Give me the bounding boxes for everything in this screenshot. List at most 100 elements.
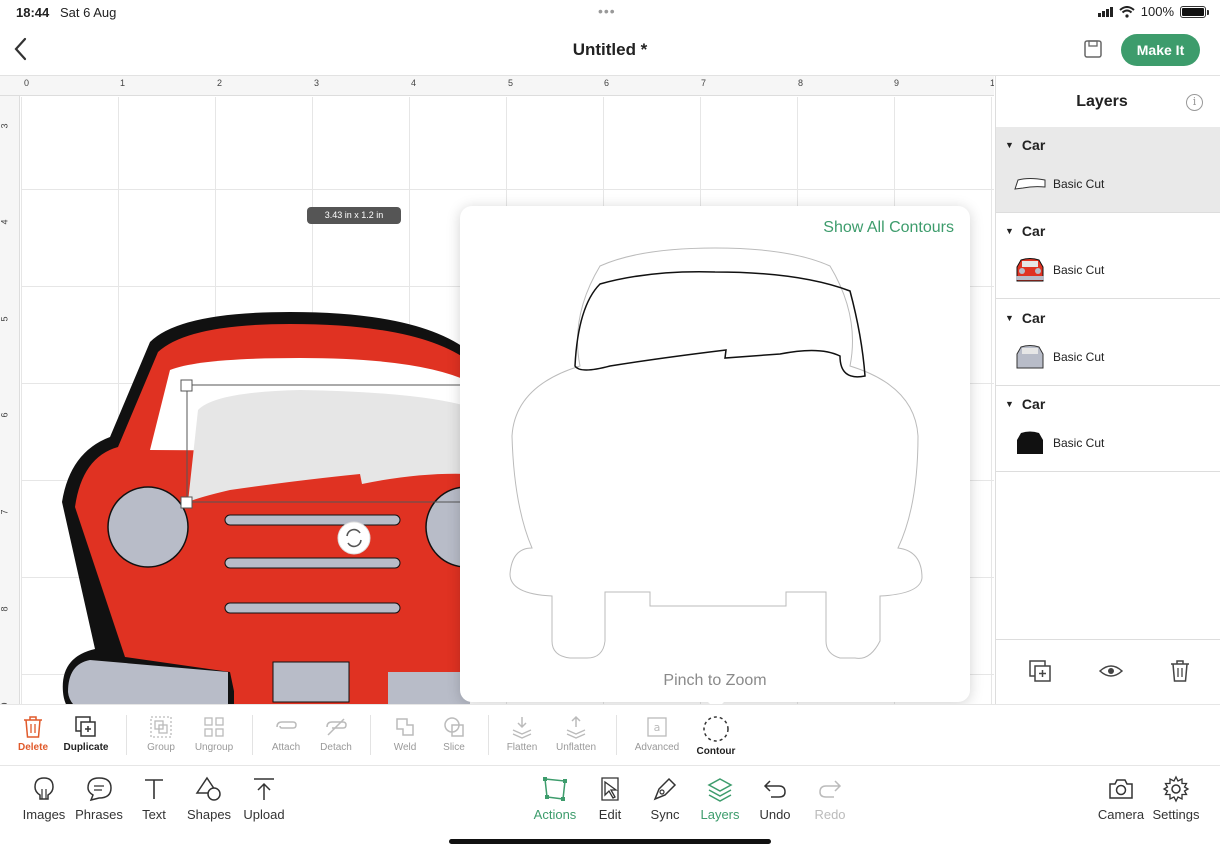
layer-group-name: Car: [1021, 223, 1046, 239]
layer-group-header[interactable]: ▼ Car: [1005, 137, 1045, 153]
unflatten-button[interactable]: Unflatten: [546, 715, 606, 753]
sync-label: Sync: [650, 807, 680, 822]
contour-icon: [703, 716, 729, 742]
layers-label: Layers: [700, 807, 740, 822]
toolbar-divider: [252, 715, 253, 755]
car-grille-bar: [224, 602, 401, 614]
detach-label: Detach: [320, 742, 352, 753]
detach-button[interactable]: Detach: [306, 715, 366, 753]
ungroup-label: Ungroup: [194, 742, 234, 753]
toolbar-divider: [616, 715, 617, 755]
layer-item-label: Basic Cut: [1053, 263, 1105, 277]
delete-button[interactable]: Delete: [3, 715, 63, 753]
attach-label: Attach: [271, 742, 301, 753]
shapes-button[interactable]: Shapes: [178, 775, 240, 822]
ungroup-icon: [204, 717, 224, 737]
contour-popup: Show All Contours Pinch to Zoom: [460, 206, 970, 702]
contour-windshield: [574, 271, 866, 378]
text-label: Text: [142, 807, 166, 822]
layer-item[interactable]: Basic Cut: [1013, 255, 1104, 285]
undo-button[interactable]: Undo: [744, 775, 806, 822]
group-icon: [150, 716, 172, 738]
camera-button[interactable]: Camera: [1090, 775, 1152, 822]
ungroup-button[interactable]: Ungroup: [184, 715, 244, 753]
contour-button[interactable]: Contour: [686, 715, 746, 757]
gear-icon: [1162, 775, 1190, 803]
layers-bottom-bar: [996, 639, 1220, 704]
detach-icon: [326, 718, 347, 736]
contour-label: Contour: [696, 746, 736, 757]
images-button[interactable]: Images: [13, 775, 75, 822]
camera-icon: [1109, 779, 1133, 799]
selection-handle: [180, 379, 193, 392]
selection-handle: [180, 496, 193, 509]
layer-group-name: Car: [1021, 310, 1046, 326]
slice-button[interactable]: Slice: [424, 715, 484, 753]
duplicate-layer-icon[interactable]: [1027, 658, 1053, 684]
paperclip-icon: [276, 721, 297, 729]
redo-button[interactable]: Redo: [799, 775, 861, 822]
collapse-triangle-icon[interactable]: ▼: [1005, 140, 1014, 150]
layer-group[interactable]: ▼ Car Basic Cut: [996, 213, 1220, 299]
layer-group-header[interactable]: ▼ Car: [1005, 396, 1045, 412]
svg-text:a: a: [654, 721, 661, 734]
weld-label: Weld: [393, 742, 417, 753]
layer-item[interactable]: Basic Cut: [1013, 342, 1104, 372]
make-it-button[interactable]: Make It: [1121, 34, 1200, 66]
unflatten-icon: [566, 715, 586, 739]
settings-button[interactable]: Settings: [1145, 775, 1207, 822]
multitask-dots-icon[interactable]: •••: [598, 3, 616, 19]
status-date: Sat 6 Aug: [60, 5, 117, 20]
undo-arrow-icon: [763, 780, 786, 798]
layer-group-header[interactable]: ▼ Car: [1005, 310, 1045, 326]
rotate-handle-icon: [337, 521, 371, 555]
layer-group[interactable]: ▼ Car Basic Cut: [996, 300, 1220, 386]
collapse-triangle-icon[interactable]: ▼: [1005, 399, 1014, 409]
trash-icon: [24, 716, 42, 738]
contour-outline: [509, 247, 923, 659]
duplicate-button[interactable]: Duplicate: [56, 715, 116, 753]
sync-tab[interactable]: Sync: [634, 775, 696, 822]
unflatten-label: Unflatten: [555, 742, 597, 753]
phrases-button[interactable]: Phrases: [68, 775, 130, 822]
layer-item-label: Basic Cut: [1053, 436, 1105, 450]
pinch-to-zoom-hint: Pinch to Zoom: [663, 672, 767, 689]
delete-label: Delete: [17, 742, 48, 753]
upload-button[interactable]: Upload: [233, 775, 295, 822]
undo-label: Undo: [759, 807, 791, 822]
save-icon[interactable]: [1083, 39, 1103, 59]
layers-tab[interactable]: Layers: [689, 775, 751, 822]
layer-item[interactable]: Basic Cut: [1013, 169, 1104, 199]
layer-group-header[interactable]: ▼ Car: [1005, 223, 1045, 239]
advanced-button[interactable]: a Advanced: [627, 715, 687, 753]
actions-tab[interactable]: Actions: [524, 775, 586, 822]
upload-label: Upload: [243, 807, 285, 822]
collapse-triangle-icon[interactable]: ▼: [1005, 226, 1014, 236]
group-button[interactable]: Group: [131, 715, 191, 753]
layer-item[interactable]: Basic Cut: [1013, 428, 1104, 458]
red-car-thumbnail-icon: [1016, 258, 1044, 282]
trash-icon[interactable]: [1167, 658, 1193, 684]
layers-stack-icon: [707, 778, 733, 802]
home-indicator[interactable]: [449, 839, 771, 844]
contour-preview[interactable]: [460, 206, 970, 702]
car-grille-bar: [224, 557, 401, 569]
shapes-label: Shapes: [186, 807, 232, 822]
actions-nodes-icon: [543, 777, 567, 801]
layer-group[interactable]: ▼ Car Basic Cut: [996, 386, 1220, 472]
info-icon[interactable]: i: [1186, 94, 1203, 111]
flatten-button[interactable]: Flatten: [492, 715, 552, 753]
settings-label: Settings: [1152, 807, 1200, 822]
layer-item-label: Basic Cut: [1053, 177, 1105, 191]
project-title: Untitled *: [572, 40, 648, 59]
battery-icon: [1180, 5, 1209, 18]
layer-group[interactable]: ▼ Car Basic Cut: [996, 127, 1220, 213]
text-button[interactable]: Text: [123, 775, 185, 822]
visibility-eye-icon[interactable]: [1098, 658, 1124, 684]
images-label: Images: [22, 807, 66, 822]
edit-tab[interactable]: Edit: [579, 775, 641, 822]
grey-car-thumbnail-icon: [1016, 345, 1044, 369]
collapse-triangle-icon[interactable]: ▼: [1005, 313, 1014, 323]
group-label: Group: [147, 742, 175, 753]
pen-nib-icon: [653, 777, 677, 801]
